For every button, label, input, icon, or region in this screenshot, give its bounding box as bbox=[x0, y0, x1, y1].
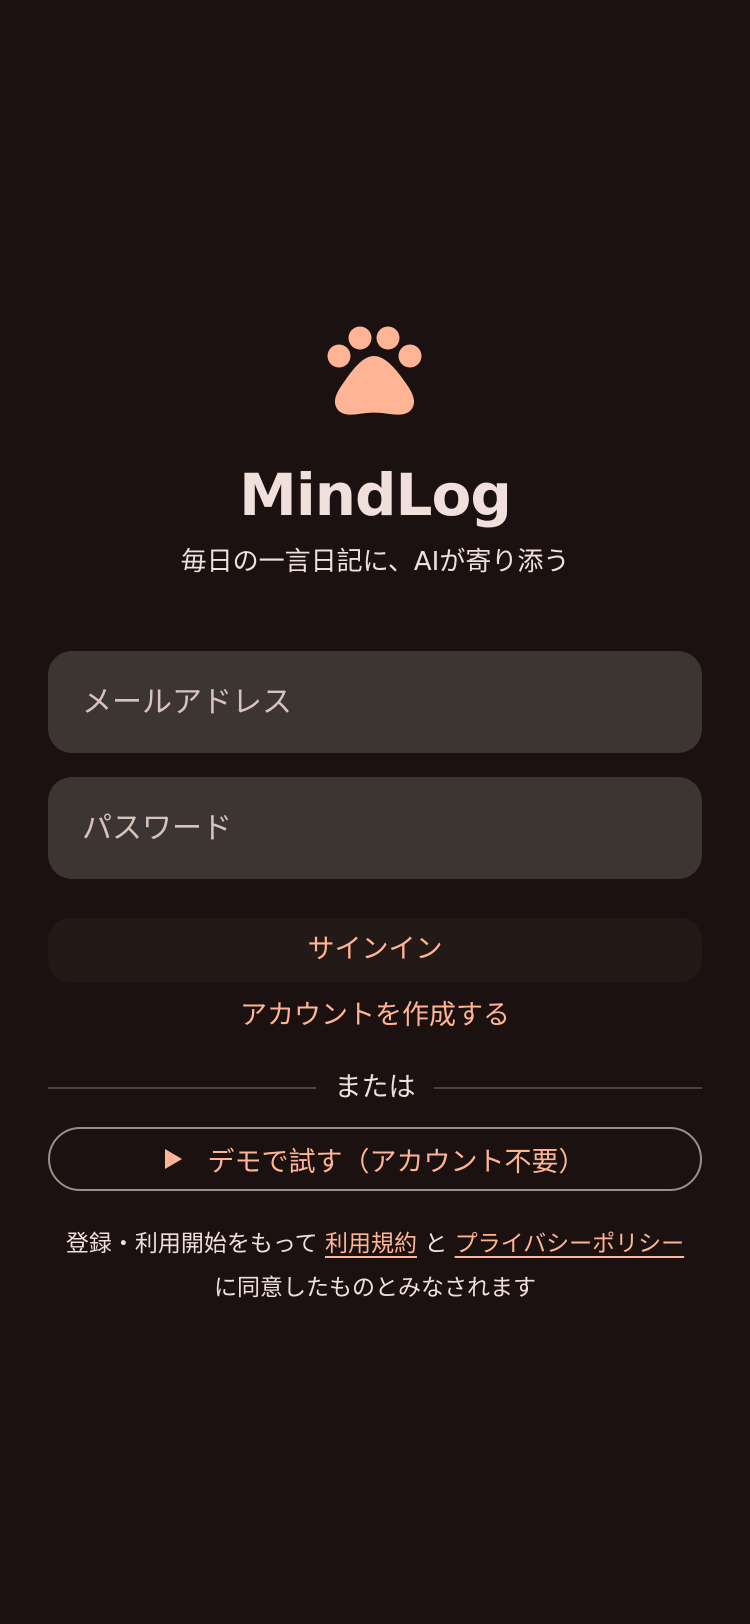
legal-prefix: 登録・利用開始をもって bbox=[65, 1231, 318, 1257]
legal-conjunction: と bbox=[424, 1231, 448, 1257]
legal-notice: 登録・利用開始をもって 利用規約 と プライバシーポリシー に同意したものとみな… bbox=[30, 1222, 720, 1310]
play-icon bbox=[164, 1149, 182, 1169]
email-input[interactable] bbox=[48, 651, 702, 753]
app-tagline: 毎日の一言日記に、AIが寄り添う bbox=[180, 547, 570, 577]
demo-button-label: デモで試す（アカウント不要） bbox=[207, 1146, 586, 1178]
divider-label: または bbox=[334, 1072, 416, 1103]
legal-suffix: に同意したものとみなされます bbox=[214, 1275, 536, 1301]
divider-line-left bbox=[48, 1087, 316, 1089]
terms-link[interactable]: 利用規約 bbox=[325, 1231, 417, 1257]
password-input[interactable] bbox=[48, 777, 702, 879]
demo-button[interactable]: デモで試す（アカウント不要） bbox=[48, 1127, 702, 1191]
divider-line-right bbox=[434, 1087, 702, 1089]
login-screen: MindLog 毎日の一言日記に、AIが寄り添う サインイン アカウントを作成す… bbox=[0, 0, 750, 1624]
signin-button[interactable]: サインイン bbox=[48, 918, 702, 982]
paw-icon bbox=[327, 326, 422, 415]
app-title: MindLog bbox=[239, 461, 512, 529]
privacy-policy-link[interactable]: プライバシーポリシー bbox=[455, 1231, 685, 1257]
create-account-link[interactable]: アカウントを作成する bbox=[0, 994, 750, 1038]
